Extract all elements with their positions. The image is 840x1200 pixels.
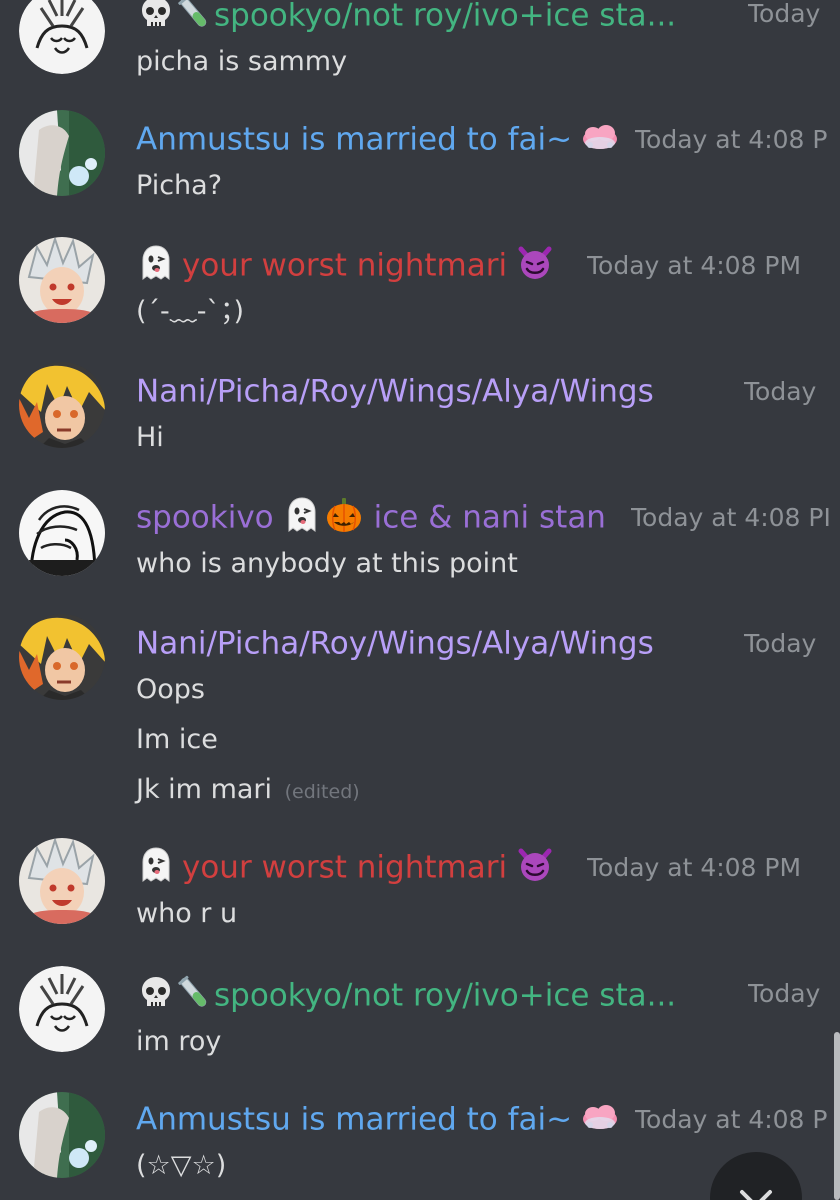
pink-cloud-icon [580, 1097, 620, 1137]
message-header: spookyo/not roy/ivo+ice sta... [136, 972, 840, 1016]
timestamp: Today at 4:08 P [635, 1105, 828, 1134]
username[interactable]: Nani/Picha/Roy/Wings/Alya/Wings [136, 626, 654, 662]
timestamp: Today at 4:08 P [635, 125, 828, 154]
message-header: spookyo/not roy/ivo+ice sta... [136, 0, 840, 36]
avatar[interactable] [19, 110, 105, 196]
message-list: spookyo/not roy/ivo+ice sta... Today pic… [0, 0, 840, 1200]
username[interactable]: Nani/Picha/Roy/Wings/Alya/Wings [136, 374, 654, 410]
message-text: Picha? [136, 170, 223, 201]
message-text: Oops [136, 674, 205, 705]
ghost-icon [282, 495, 322, 535]
timestamp: Today [744, 377, 817, 406]
timestamp: Today [748, 979, 821, 1008]
avatar[interactable] [19, 0, 105, 74]
test-tube-icon [174, 0, 214, 33]
smiling-imp-icon [515, 845, 555, 885]
username[interactable]: your worst nightmari [182, 850, 507, 886]
username[interactable]: spookyo/not roy/ivo+ice sta... [214, 0, 676, 34]
message-text: picha is sammy [136, 46, 348, 77]
message-text: (´-﹏-`；) [136, 296, 245, 327]
message-text: Jk im mari (edited) [136, 770, 360, 812]
edited-label: (edited) [284, 781, 360, 803]
avatar[interactable] [19, 362, 105, 448]
avatar[interactable] [19, 237, 105, 323]
ghost-icon [136, 243, 176, 283]
skull-icon [136, 0, 176, 33]
username[interactable]: spookivo [136, 500, 274, 536]
message-header: Nani/Picha/Roy/Wings/Alya/Wings [136, 620, 840, 664]
username[interactable]: your worst nightmari [182, 248, 507, 284]
timestamp: Today at 4:08 PM [587, 251, 802, 280]
message-text: who r u [136, 898, 238, 929]
avatar[interactable] [19, 1092, 105, 1178]
message-header: Nani/Picha/Roy/Wings/Alya/Wings [136, 368, 840, 412]
message-text: Hi [136, 422, 164, 453]
avatar[interactable] [19, 966, 105, 1052]
timestamp: Today at 4:08 PI [631, 503, 831, 532]
ghost-icon [136, 845, 176, 885]
pink-cloud-icon [580, 117, 620, 157]
message-text: who is anybody at this point [136, 548, 518, 579]
username[interactable]: Anmustsu is married to fai~ [136, 122, 572, 158]
username[interactable]: spookyo/not roy/ivo+ice sta... [214, 978, 676, 1014]
chevron-down-icon [740, 1190, 772, 1200]
jack-o-lantern-icon [324, 495, 364, 535]
test-tube-icon [174, 973, 214, 1013]
smiling-imp-icon [515, 243, 555, 283]
message-text: im roy [136, 1026, 222, 1057]
avatar[interactable] [19, 490, 105, 576]
username-suffix[interactable]: ice & nani stan [374, 500, 606, 536]
skull-icon [136, 973, 176, 1013]
timestamp: Today [748, 0, 821, 28]
message-text: (☆▽☆) [136, 1150, 227, 1181]
message-text-content: Jk im mari [136, 774, 273, 805]
message-text: Im ice [136, 724, 218, 755]
timestamp: Today at 4:08 PM [587, 853, 802, 882]
username[interactable]: Anmustsu is married to fai~ [136, 1102, 572, 1138]
timestamp: Today [744, 629, 817, 658]
avatar[interactable] [19, 838, 105, 924]
avatar[interactable] [19, 614, 105, 700]
scrollbar[interactable] [834, 1032, 840, 1200]
